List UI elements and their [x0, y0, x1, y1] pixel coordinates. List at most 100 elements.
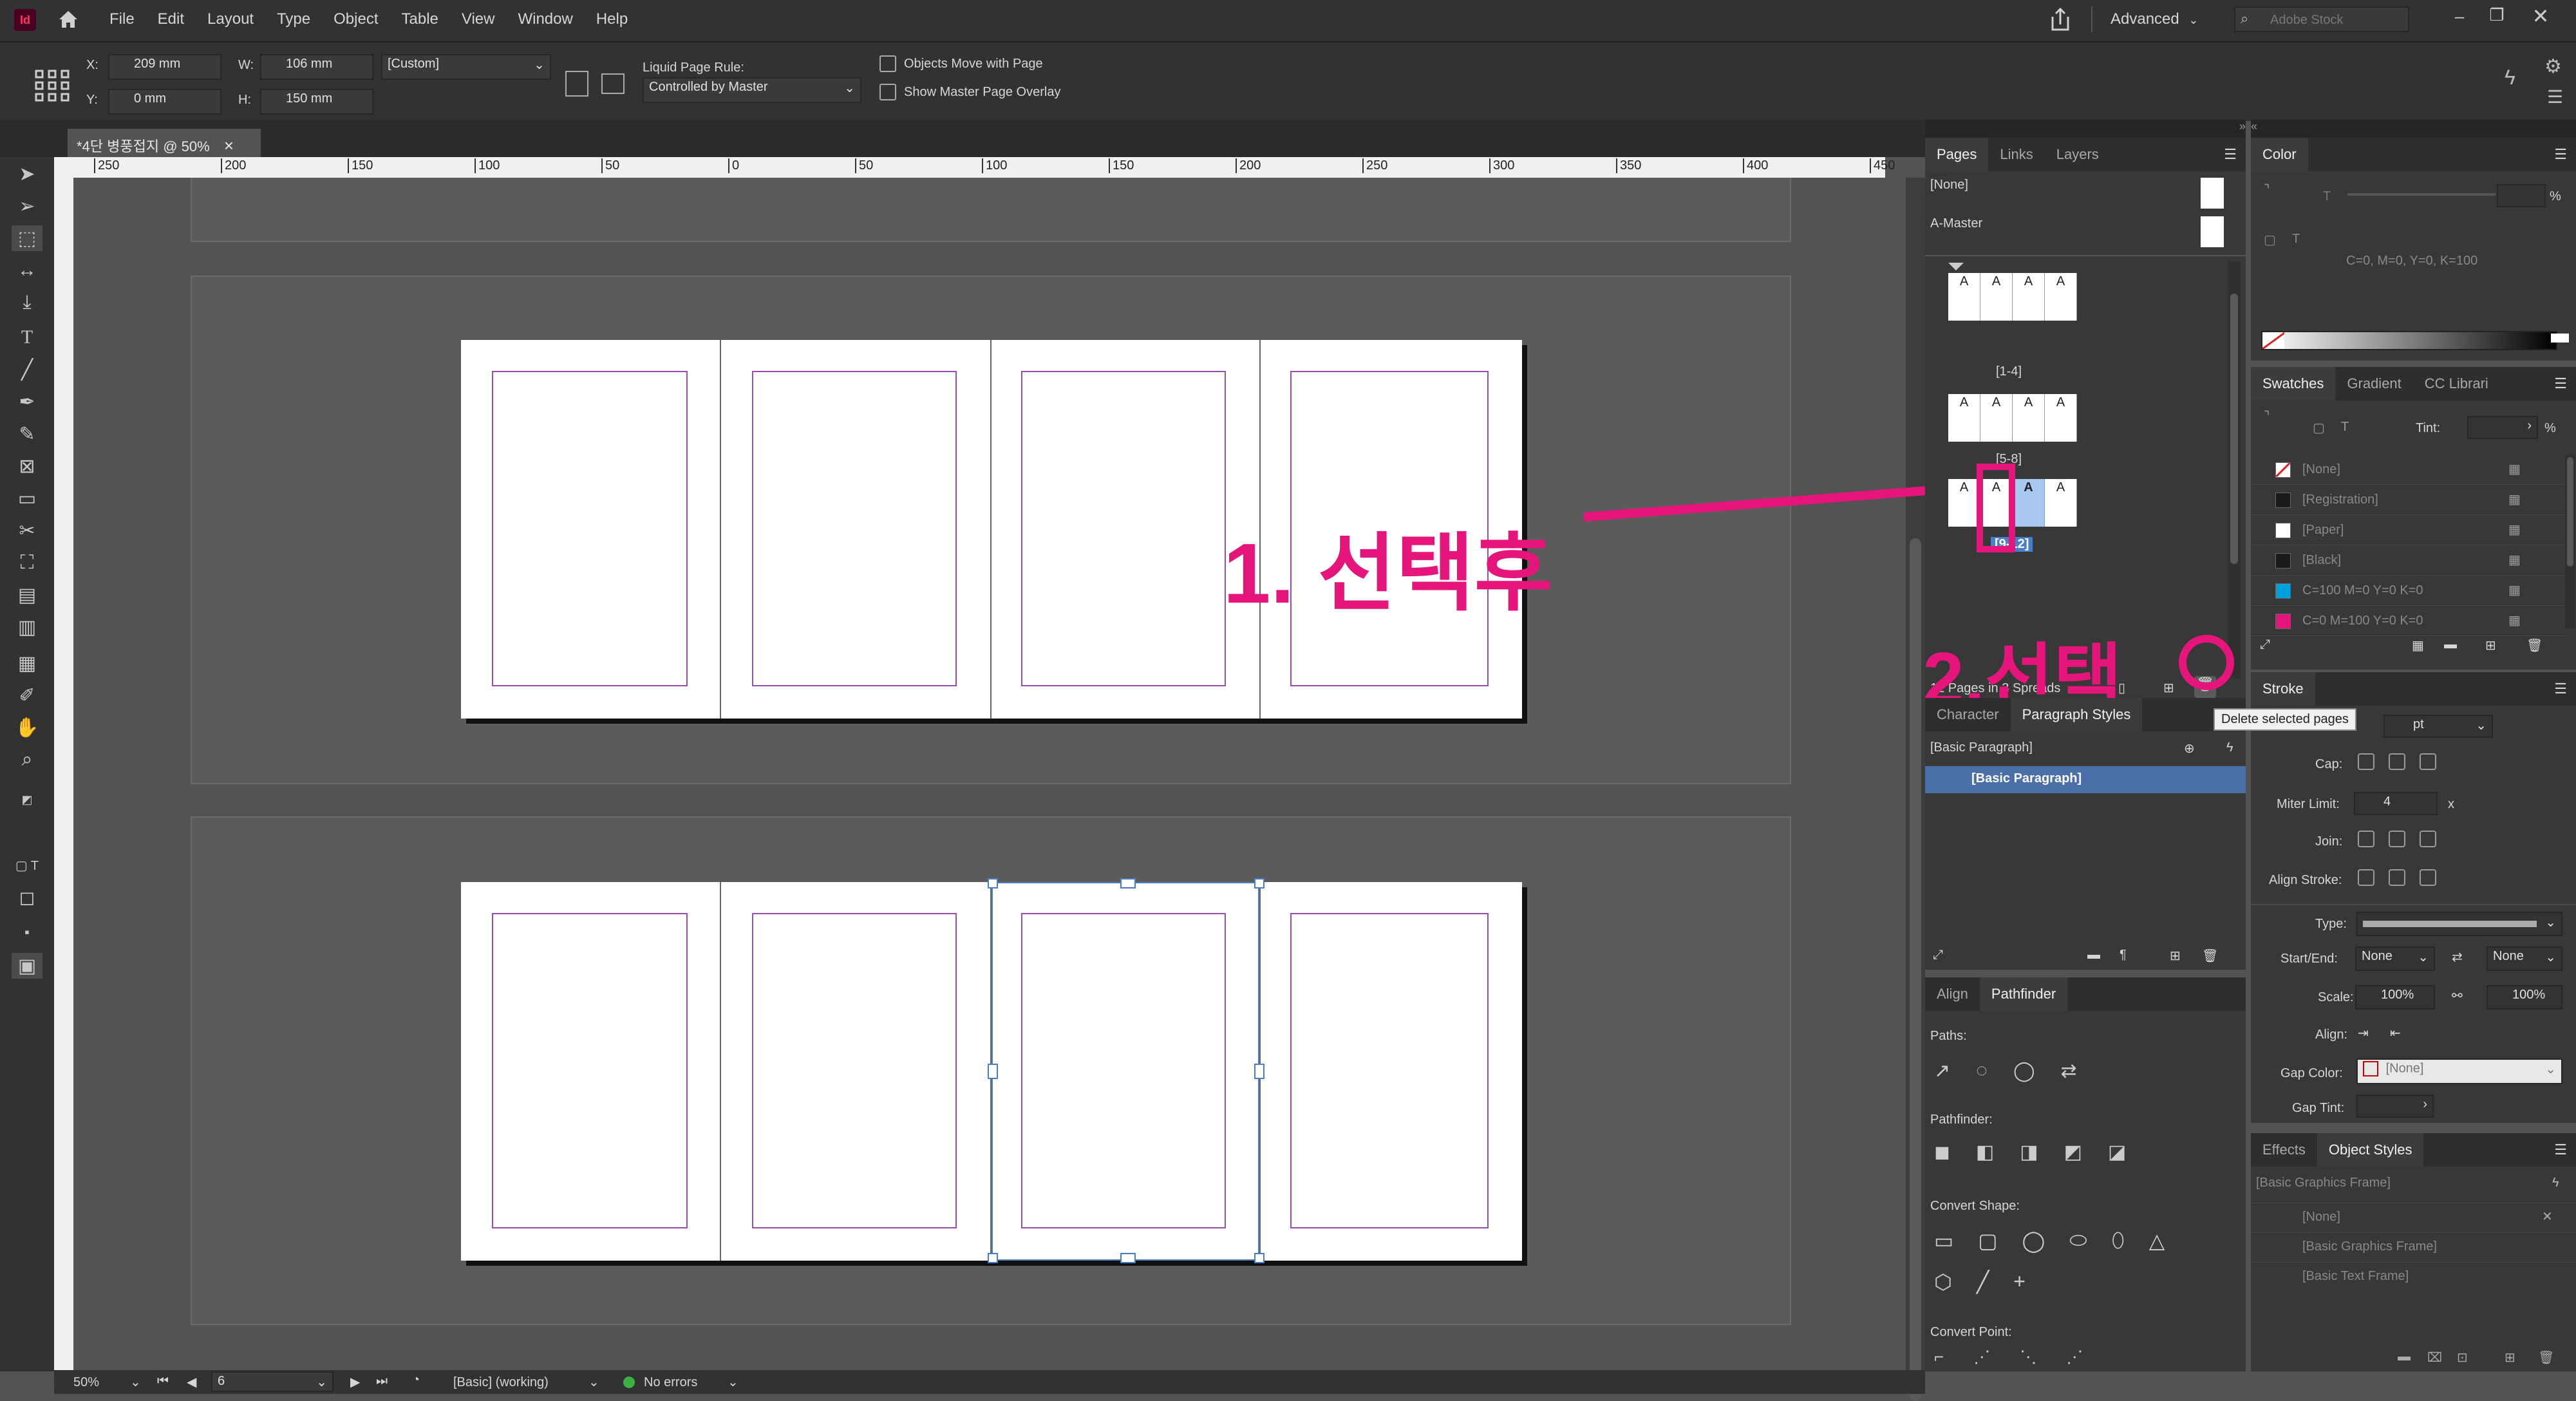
formatting-affects-icon[interactable]: ▢ T — [12, 852, 42, 878]
liquid-page-rule-dropdown[interactable]: Controlled by Master ⌄ — [643, 77, 861, 103]
clear-overrides-icon[interactable]: ⌧ — [2427, 1349, 2442, 1366]
lightning-icon[interactable]: ϟ — [2226, 740, 2233, 755]
delete-style-icon[interactable]: 🗑 — [2202, 948, 2218, 964]
color-slider[interactable] — [2347, 193, 2496, 196]
menu-help[interactable]: Help — [596, 10, 628, 28]
miter-join-icon[interactable] — [2358, 831, 2374, 847]
link-icon[interactable]: ⚯ — [2452, 988, 2463, 1004]
page-thumb[interactable]: A — [2045, 394, 2077, 442]
menu-layout[interactable]: Layout — [207, 10, 254, 28]
white-swatch[interactable] — [2551, 334, 2569, 343]
spread-page[interactable] — [461, 878, 1522, 1263]
swatch-row[interactable]: [Registration] ▦ — [2251, 485, 2565, 515]
page-thumb[interactable]: A — [1948, 394, 1980, 442]
page-thumb[interactable]: A — [2045, 273, 2077, 321]
size-preset-dropdown[interactable]: [Custom] ⌄ — [381, 54, 551, 80]
swatch-row[interactable]: [Black] ▦ — [2251, 545, 2565, 576]
preflight-profile[interactable]: [Basic] (working) — [453, 1375, 549, 1390]
type-tool-icon[interactable]: T — [12, 324, 42, 350]
page-thumb[interactable]: A — [2013, 273, 2045, 321]
panel-menu-icon[interactable]: ☰ — [2224, 146, 2237, 163]
tab-pathfinder[interactable]: Pathfinder — [1979, 977, 2068, 1011]
default-colors-icon[interactable]: ◩ — [12, 787, 42, 813]
beveled-rectangle-icon[interactable]: ◯ — [2022, 1228, 2045, 1253]
folder-icon[interactable]: ▬ — [2087, 948, 2100, 963]
orientation-portrait-icon[interactable] — [565, 71, 588, 97]
pen-tool-icon[interactable]: ✒ — [12, 389, 42, 415]
spread-thumbnail[interactable]: A A A A — [1948, 394, 2077, 442]
close-path-icon[interactable]: ◯ — [2013, 1060, 2035, 1082]
object-style-item[interactable]: [None] ✕ — [2251, 1203, 2576, 1232]
fill-stroke-icon[interactable]: ◻ — [12, 885, 42, 910]
line-icon[interactable]: ╱ — [1977, 1270, 1989, 1294]
close-tab-icon[interactable]: × — [224, 136, 234, 155]
panel-menu-icon[interactable]: ☰ — [2554, 146, 2567, 163]
exclude-overlap-icon[interactable]: ◩ — [2064, 1141, 2082, 1163]
gradient-tool-icon[interactable]: ▤ — [12, 582, 42, 608]
miter-field[interactable]: 4 — [2354, 792, 2438, 815]
swatch-row[interactable]: [None] ▦ — [2251, 455, 2565, 485]
pencil-tool-icon[interactable]: ✎ — [12, 421, 42, 447]
spread-thumbnail[interactable]: A A A A — [1948, 273, 2077, 321]
delete-style-icon[interactable]: 🗑 — [2538, 1349, 2554, 1366]
content-collector-icon[interactable]: ⤓ — [12, 290, 42, 315]
master-none[interactable]: [None] — [1930, 178, 2233, 210]
menu-table[interactable]: Table — [402, 10, 438, 28]
workspace-switcher[interactable]: Advanced ⌄ — [2111, 10, 2199, 28]
selection-tool-icon[interactable]: ➤ — [12, 161, 42, 187]
swatch-row[interactable]: C=0 M=100 Y=0 K=0 ▦ — [2251, 606, 2565, 636]
eyedropper-tool-icon[interactable]: ✐ — [12, 682, 42, 708]
clear-attributes-icon[interactable]: ✕ — [2542, 1208, 2553, 1225]
swatch-views-icon[interactable]: ▦ — [2412, 637, 2424, 653]
line-tool-icon[interactable]: ╱ — [12, 357, 42, 382]
corner-point-icon[interactable]: ⋰ — [1973, 1347, 1990, 1367]
gradient-feather-tool-icon[interactable]: ▥ — [12, 614, 42, 640]
tab-layers[interactable]: Layers — [2045, 138, 2111, 171]
panel-menu-icon[interactable]: ☰ — [2554, 375, 2567, 392]
style-list-item-selected[interactable]: [Basic Paragraph] — [1925, 766, 2246, 793]
swatch-row[interactable]: [Paper] ▦ — [2251, 515, 2565, 545]
direct-selection-tool-icon[interactable]: ➢ — [12, 193, 42, 219]
page-thumb[interactable]: A — [1980, 273, 2013, 321]
type-dropdown[interactable]: ⌄ — [2356, 912, 2562, 936]
hand-tool-icon[interactable]: ✋ — [12, 715, 42, 740]
tab-swatches[interactable]: Swatches — [2251, 367, 2336, 400]
apply-color-icon[interactable]: ▪ — [12, 919, 42, 945]
restore-button[interactable]: ❐ — [2484, 5, 2510, 31]
objects-move-checkbox[interactable] — [879, 55, 896, 72]
new-page-icon[interactable]: ⊞ — [2163, 680, 2174, 696]
previous-page-icon[interactable]: ◀ — [187, 1374, 196, 1390]
vertical-ruler[interactable] — [54, 178, 73, 1371]
clear-attributes-icon[interactable]: ⊡ — [2457, 1349, 2468, 1366]
weight-field[interactable]: pt ⌄ — [2383, 715, 2493, 738]
butt-cap-icon[interactable] — [2358, 753, 2374, 770]
menu-file[interactable]: File — [109, 10, 135, 28]
ellipse-icon[interactable]: ⬯ — [2112, 1228, 2125, 1253]
folder-icon[interactable]: ▬ — [2398, 1349, 2411, 1364]
scrollbar-thumb[interactable] — [1910, 538, 1921, 1401]
round-join-icon[interactable] — [2389, 831, 2405, 847]
menu-icon[interactable]: ☰ — [2547, 86, 2563, 108]
tab-links[interactable]: Links — [1988, 138, 2044, 171]
none-swatch-icon[interactable] — [2262, 332, 2284, 349]
free-transform-tool-icon[interactable]: ⛶ — [12, 550, 42, 576]
page-thumb[interactable]: A — [2013, 394, 2045, 442]
menu-type[interactable]: Type — [277, 10, 310, 28]
fill-icon[interactable]: ⌝ — [2264, 182, 2270, 198]
resize-handle[interactable] — [988, 1064, 998, 1079]
page-thumb-selected[interactable]: A — [2013, 479, 2045, 527]
rectangle-tool-icon[interactable]: ▭ — [12, 485, 42, 511]
create-style-icon[interactable]: ⊕ — [2184, 740, 2195, 757]
note-tool-icon[interactable]: ▦ — [12, 650, 42, 676]
new-swatch-icon[interactable]: ⊞ — [2485, 637, 2496, 653]
rectangle-icon[interactable]: ▭ — [1934, 1228, 1953, 1253]
pages-scrollbar[interactable] — [2228, 261, 2241, 686]
resize-handle[interactable] — [1254, 1064, 1264, 1079]
next-page-icon[interactable]: ▶ — [350, 1374, 360, 1390]
style-group-icon[interactable]: ⤢ — [1933, 948, 1943, 963]
gap-tint-field[interactable]: › — [2356, 1095, 2434, 1118]
new-style-icon[interactable]: ⊞ — [2170, 948, 2181, 964]
text-color-icon-2[interactable]: T — [2292, 232, 2300, 247]
object-style-item[interactable]: [Basic Graphics Frame] — [2251, 1232, 2576, 1261]
resize-handle[interactable] — [1120, 1253, 1136, 1263]
